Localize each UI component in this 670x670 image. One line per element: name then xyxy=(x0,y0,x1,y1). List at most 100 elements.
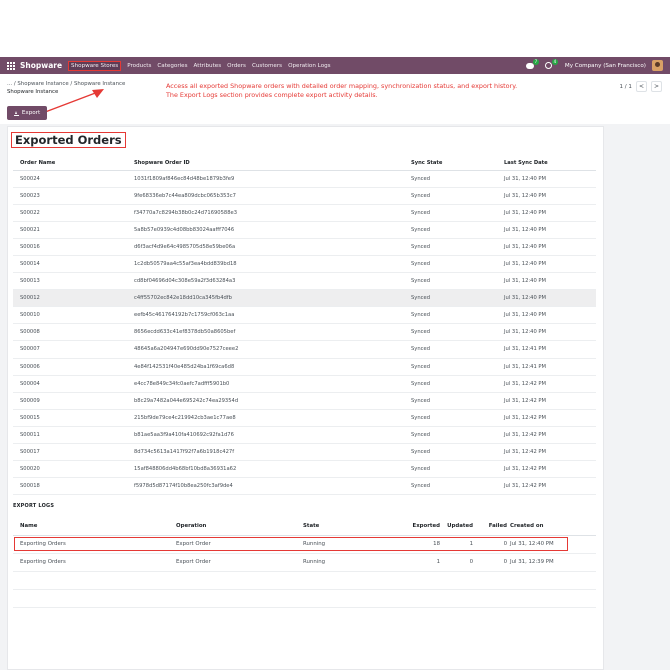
shopware-order-id-cell: 48645a6a204947e690dd90e7527ceee2 xyxy=(134,340,411,359)
table-row[interactable]: S00014 1c2db50579aa4c55af3ea4bdd839bd18 Sy… xyxy=(13,255,596,274)
activity-clock-icon[interactable]: 4 xyxy=(544,58,558,70)
nav-customers[interactable]: Customers xyxy=(252,63,282,69)
last-sync-date-cell: Jul 31, 12:41 PM xyxy=(504,340,596,359)
last-sync-date-cell: Jul 31, 12:40 PM xyxy=(504,187,596,205)
table-row[interactable]: Exporting Orders Export Order Running 1 0 0 Ju… xyxy=(13,553,596,572)
column-header-exported[interactable]: Exported xyxy=(393,517,443,536)
page-title: Exported Orders xyxy=(11,132,126,148)
table-row[interactable]: S00024 1031f1809af846ec84d48be1879b3fe9 Sy… xyxy=(13,170,596,188)
table-row[interactable]: S00022 f34770a7c8294b38b0c24d71690588e3 Sy… xyxy=(13,204,596,222)
table-row[interactable]: Exporting Orders Export Order Running 18 1 0 J… xyxy=(13,535,596,554)
table-row[interactable]: S00009 b8c29a7482a044e695242c74ea29354d Sy… xyxy=(13,392,596,410)
sync-state-cell: Synced xyxy=(411,238,504,256)
shopware-order-id-cell: 5a8b57e0939c4d08bb83024aafff7046 xyxy=(134,221,411,239)
table-row[interactable]: S00018 f5978d5d87174f10b8ea250fc3af9de4 Sy… xyxy=(13,477,596,496)
table-row[interactable]: S00011 b81ae5aa3f9a410fa410692c92fa1d76 Sy… xyxy=(13,426,596,445)
export-button[interactable]: Export xyxy=(7,106,47,120)
table-row[interactable]: S00007 48645a6a204947e690dd90e7527ceee2 Sy… xyxy=(13,340,596,359)
upload-icon xyxy=(13,110,19,116)
log-operation-cell: Export Order xyxy=(176,535,303,554)
table-row[interactable]: S00013 cd8bf04696d04c308e59a2f3d63284a3 Sy… xyxy=(13,272,596,291)
log-state-cell: Running xyxy=(303,535,393,554)
order-name-cell: S00015 xyxy=(13,409,134,427)
empty-row xyxy=(13,571,596,590)
last-sync-date-cell: Jul 31, 12:40 PM xyxy=(504,272,596,291)
sync-state-cell: Synced xyxy=(411,187,504,205)
column-header-last-sync-date[interactable]: Last Sync Date xyxy=(504,156,596,171)
log-exported-cell: 1 xyxy=(393,553,443,572)
table-row[interactable]: S00015 215bf9de79ce4c219942cb3ae1c77ae8 Sy… xyxy=(13,409,596,427)
column-header-created-on[interactable]: Created on xyxy=(510,517,596,536)
order-name-cell: S00012 xyxy=(13,289,134,308)
last-sync-date-cell: Jul 31, 12:42 PM xyxy=(504,375,596,393)
apps-grid-icon[interactable] xyxy=(7,61,15,70)
exported-orders-table: Order Name Shopware Order ID Sync State … xyxy=(13,156,596,496)
order-name-cell: S00023 xyxy=(13,187,134,205)
company-switcher[interactable]: My Company (San Francisco) xyxy=(565,63,646,69)
table-row[interactable]: S00017 8d734c5613a1417f92f7a6b1918c427f Sy… xyxy=(13,443,596,462)
log-name-cell: Exporting Orders xyxy=(13,535,176,554)
last-sync-date-cell: Jul 31, 12:42 PM xyxy=(504,392,596,410)
sync-state-cell: Synced xyxy=(411,358,504,376)
sync-state-cell: Synced xyxy=(411,272,504,291)
table-row[interactable]: S00021 5a8b57e0939c4d08bb83024aafff7046 Sy… xyxy=(13,221,596,239)
orders-header-row: Order Name Shopware Order ID Sync State … xyxy=(13,156,596,171)
chat-icon[interactable]: 7 xyxy=(525,58,539,70)
order-name-cell: S00010 xyxy=(13,306,134,325)
pager-prev-button[interactable]: < xyxy=(636,81,647,92)
shopware-order-id-cell: 4e84f142531f40e485d24ba1f69ca6d8 xyxy=(134,358,411,376)
pager-next-button[interactable]: > xyxy=(651,81,662,92)
log-updated-cell: 0 xyxy=(443,553,476,572)
log-failed-cell: 0 xyxy=(476,553,510,572)
shopware-order-id-cell: b8c29a7482a044e695242c74ea29354d xyxy=(134,392,411,410)
shopware-order-id-cell: 15af848806dd4b68bf10bd8a36931a62 xyxy=(134,460,411,479)
nav-orders[interactable]: Orders xyxy=(227,63,246,69)
user-avatar[interactable] xyxy=(652,60,663,71)
nav-attributes[interactable]: Attributes xyxy=(194,63,222,69)
shopware-order-id-cell: 9fe68336eb7c44ea809dcbc065b353c7 xyxy=(134,187,411,205)
sync-state-cell: Synced xyxy=(411,323,504,342)
nav-categories[interactable]: Categories xyxy=(157,63,187,69)
column-header-updated[interactable]: Updated xyxy=(443,517,476,536)
last-sync-date-cell: Jul 31, 12:40 PM xyxy=(504,306,596,325)
table-row[interactable]: S00023 9fe68336eb7c44ea809dcbc065b353c7 Sy… xyxy=(13,187,596,205)
order-name-cell: S00013 xyxy=(13,272,134,291)
nav-shopware-stores[interactable]: Shopware Stores xyxy=(68,60,122,71)
sync-state-cell: Synced xyxy=(411,204,504,222)
table-row[interactable]: S00006 4e84f142531f40e485d24ba1f69ca6d8 Sy… xyxy=(13,358,596,376)
column-header-failed[interactable]: Failed xyxy=(476,517,510,536)
pager-value[interactable]: 1 / 1 xyxy=(619,84,632,90)
column-header-shopware-order-id[interactable]: Shopware Order ID xyxy=(134,156,411,171)
nav-products[interactable]: Products xyxy=(127,63,151,69)
table-row[interactable]: S00012 c4ff55702ec842e18dd10ca345fb4dfb Sy… xyxy=(13,289,596,308)
table-row[interactable]: S00016 d6f3acf4d9e64c4985705d58e59be06a Sy… xyxy=(13,238,596,256)
order-name-cell: S00008 xyxy=(13,323,134,342)
annotation-line-1: Access all exported Shopware orders with… xyxy=(166,82,518,90)
log-exported-cell: 18 xyxy=(393,535,443,554)
sync-state-cell: Synced xyxy=(411,255,504,274)
table-row[interactable]: S00020 15af848806dd4b68bf10bd8a36931a62 Sy… xyxy=(13,460,596,479)
table-row[interactable]: S00010 eefb45c461764192b7c1759cf063c1aa Sy… xyxy=(13,306,596,325)
annotation-text: Access all exported Shopware orders with… xyxy=(166,82,517,100)
table-row[interactable]: S00004 e4cc78e849c34fc0aefc7adfff5901b0 Sy… xyxy=(13,375,596,393)
pager: 1 / 1 < > xyxy=(619,81,662,92)
app-brand[interactable]: Shopware xyxy=(20,61,62,70)
sync-state-cell: Synced xyxy=(411,460,504,479)
order-name-cell: S00007 xyxy=(13,340,134,359)
last-sync-date-cell: Jul 31, 12:40 PM xyxy=(504,204,596,222)
order-name-cell: S00020 xyxy=(13,460,134,479)
shopware-order-id-cell: f34770a7c8294b38b0c24d71690588e3 xyxy=(134,204,411,222)
sync-state-cell: Synced xyxy=(411,170,504,188)
column-header-operation[interactable]: Operation xyxy=(176,517,303,536)
column-header-state[interactable]: State xyxy=(303,517,393,536)
shopware-order-id-cell: c4ff55702ec842e18dd10ca345fb4dfb xyxy=(134,289,411,308)
last-sync-date-cell: Jul 31, 12:40 PM xyxy=(504,289,596,308)
nav-operation-logs[interactable]: Operation Logs xyxy=(288,63,331,69)
table-row[interactable]: S00008 8656ecdd633c41ef8378db50a8605bef Sy… xyxy=(13,323,596,342)
column-header-name[interactable]: Name xyxy=(13,517,176,536)
sync-state-cell: Synced xyxy=(411,443,504,462)
column-header-order-name[interactable]: Order Name xyxy=(13,156,134,171)
navbar-systray: 7 4 My Company (San Francisco) xyxy=(525,58,663,71)
column-header-sync-state[interactable]: Sync State xyxy=(411,156,504,171)
sync-state-cell: Synced xyxy=(411,426,504,445)
